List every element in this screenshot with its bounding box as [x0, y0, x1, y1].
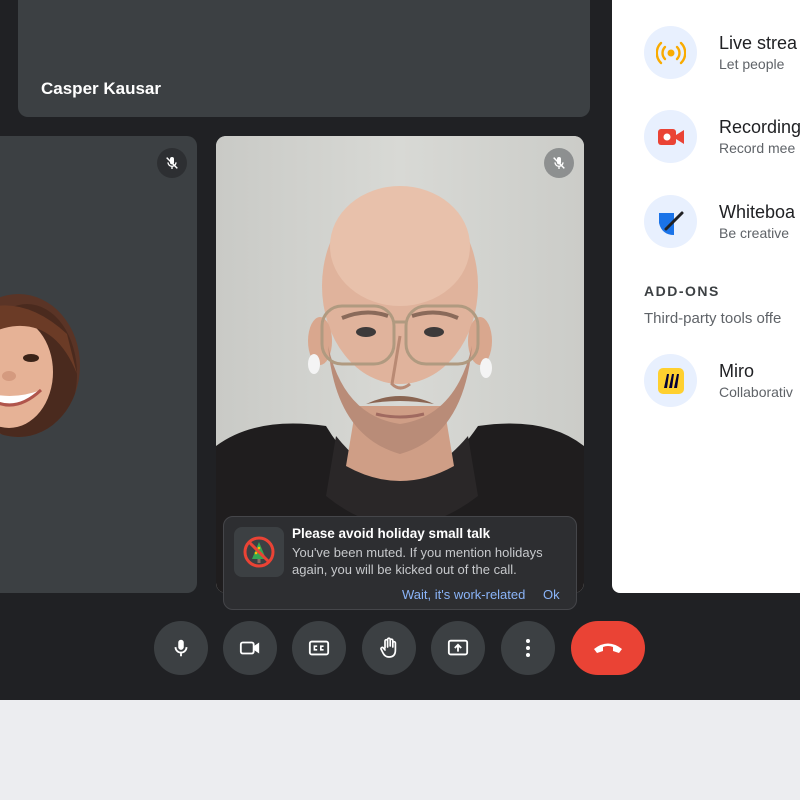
activities-panel: Live strea Let people Recording Record m… — [612, 0, 800, 593]
captions-button[interactable] — [292, 621, 346, 675]
avatar — [0, 294, 80, 437]
present-button[interactable] — [431, 621, 485, 675]
addon-title: Miro — [719, 360, 754, 381]
participant-name: Casper Kausar — [41, 79, 162, 98]
activity-live-stream[interactable]: Live strea Let people — [644, 26, 797, 79]
no-holiday-icon — [234, 527, 284, 577]
camera-icon — [239, 641, 260, 655]
activity-recording[interactable]: Recording Record mee — [644, 110, 800, 163]
end-call-icon — [594, 643, 622, 653]
meeting-stage: Casper Kausar Live strea Let people Reco… — [0, 0, 800, 700]
ok-button[interactable]: Ok — [543, 587, 560, 602]
muted-mic-icon — [544, 148, 574, 178]
activity-title: Live strea — [719, 32, 798, 53]
miro-icon — [644, 354, 697, 407]
more-options-icon — [526, 639, 530, 657]
participant-tile-casper[interactable]: Casper Kausar — [18, 0, 590, 117]
more-options-button[interactable] — [501, 621, 555, 675]
activity-subtitle: Let people — [719, 55, 785, 72]
addons-description: Third-party tools offe — [644, 310, 782, 327]
activity-title: Whiteboa — [719, 201, 796, 222]
live-stream-icon — [644, 26, 697, 79]
muted-mic-icon — [157, 148, 187, 178]
captions-icon — [308, 640, 330, 656]
present-icon — [447, 639, 469, 656]
activity-whiteboard[interactable]: Whiteboa Be creative — [644, 195, 795, 248]
end-call-button[interactable] — [571, 621, 645, 675]
notification-title: Please avoid holiday small talk — [292, 526, 491, 541]
microphone-icon — [174, 639, 188, 657]
participant-tile-left[interactable] — [0, 136, 197, 593]
recording-icon — [644, 110, 697, 163]
activity-subtitle: Be creative — [719, 224, 790, 241]
raise-hand-button[interactable] — [362, 621, 416, 675]
addon-miro[interactable]: Miro Collaborativ — [644, 354, 793, 407]
camera-button[interactable] — [223, 621, 277, 675]
activity-subtitle: Record mee — [719, 139, 796, 156]
raise-hand-icon — [380, 637, 397, 658]
work-related-button[interactable]: Wait, it's work-related — [402, 587, 525, 602]
whiteboard-icon — [644, 195, 697, 248]
notification-message: You've been muted. If you mention holida… — [292, 545, 543, 577]
microphone-button[interactable] — [154, 621, 208, 675]
activity-title: Recording — [719, 116, 800, 137]
addon-subtitle: Collaborativ — [719, 383, 793, 400]
muted-notification: Please avoid holiday small talk You've b… — [223, 516, 577, 610]
addons-heading: ADD-ONS — [644, 283, 720, 299]
